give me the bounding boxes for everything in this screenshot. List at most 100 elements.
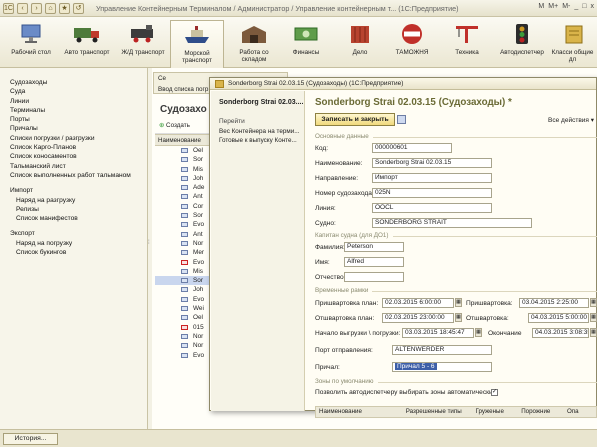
table-row[interactable]: 015 <box>155 323 215 332</box>
section-case[interactable]: Дело <box>333 20 387 66</box>
table-row[interactable]: Ant <box>155 230 215 239</box>
app-logo-icon[interactable]: 1C <box>3 3 14 14</box>
table-row[interactable]: Joh <box>155 285 215 294</box>
m-button[interactable]: M <box>538 3 544 10</box>
table-row[interactable]: Oel <box>155 313 215 322</box>
star-icon[interactable]: ★ <box>59 3 70 14</box>
history-button[interactable]: История... <box>3 433 58 445</box>
zones-col-name[interactable]: Наименование <box>316 407 401 417</box>
table-row[interactable]: Oel <box>155 146 215 155</box>
nav-item-cargo-plans[interactable]: Список Карго-Планов <box>10 143 147 152</box>
section-customs[interactable]: ТАМОЖНЯ <box>385 20 439 66</box>
nav-item-loading-order[interactable]: Наряд на погрузку <box>10 239 147 248</box>
table-row[interactable]: Ant <box>155 192 215 201</box>
create-button[interactable]: Создать <box>166 122 190 129</box>
nav-item-vessels[interactable]: Суда <box>10 87 147 96</box>
nav-item-berths[interactable]: Причалы <box>10 124 147 133</box>
all-actions-menu[interactable]: Все действия ▾ <box>548 116 594 124</box>
nav-item-ports[interactable]: Порты <box>10 115 147 124</box>
name-field[interactable]: Sonderborg Strai 02.03.15 <box>372 158 492 168</box>
nav-item-terminals[interactable]: Терминалы <box>10 106 147 115</box>
back-icon[interactable]: ‹ <box>17 3 28 14</box>
table-row[interactable]: Mer <box>155 248 215 257</box>
nav-item-unloading-order[interactable]: Наряд на разгрузку <box>10 196 147 205</box>
m-minus-button[interactable]: M- <box>562 3 570 10</box>
table-row[interactable]: Mis <box>155 165 215 174</box>
nav-item-manifests[interactable]: Список манифестов <box>10 214 147 223</box>
zones-col-dangerous[interactable]: Опа <box>564 407 584 417</box>
section-sea-transport[interactable]: Морской транспорт <box>170 20 224 68</box>
nav-item-lines[interactable]: Линии <box>10 97 147 106</box>
firstname-field[interactable]: Alfred <box>344 257 404 267</box>
table-row[interactable]: Evo <box>155 220 215 229</box>
forward-icon[interactable]: › <box>31 3 42 14</box>
cargo-start-field[interactable]: 03.03.2015 18:45:47 <box>402 328 474 338</box>
table-row[interactable]: Wei <box>155 304 215 313</box>
nav-item-releases[interactable]: Релизы <box>10 205 147 214</box>
auto-zones-checkbox[interactable]: ✓ <box>491 389 498 396</box>
cargo-end-field[interactable]: 04.03.2015 3:08:35 <box>532 328 589 338</box>
zones-col-empty[interactable]: Порожние <box>518 407 562 417</box>
nav-item-tally-sheet[interactable]: Тальманский лист <box>10 162 147 171</box>
section-warehouse[interactable]: Работа со складом <box>227 20 281 66</box>
section-equipment[interactable]: Техника <box>440 20 494 66</box>
table-row[interactable]: Mis <box>155 267 215 276</box>
form-nav-name[interactable]: Sonderborg Strai 02.03.... <box>211 91 304 106</box>
form-nav-link-weight[interactable]: Вес Контейнера на терми... <box>211 127 304 136</box>
nav-item-loading-lists[interactable]: Списки погрузки / разгрузки <box>10 134 147 143</box>
list-column-name[interactable]: Наименование <box>155 134 215 146</box>
table-row[interactable]: Nor <box>155 341 215 350</box>
table-row[interactable]: Nor <box>155 239 215 248</box>
m-plus-button[interactable]: M+ <box>548 3 558 10</box>
minimize-button[interactable]: _ <box>574 3 578 10</box>
table-row[interactable]: Nor <box>155 332 215 341</box>
save-and-close-button[interactable]: Записать и закрыть <box>315 113 395 126</box>
home-icon[interactable]: ⌂ <box>45 3 56 14</box>
calendar-icon[interactable]: ▦ <box>475 328 482 337</box>
nav-item-tally-works[interactable]: Список выполненных работ тальманом <box>10 171 147 180</box>
form-nav-link-release[interactable]: Готовые к выпуску Конте... <box>211 136 304 145</box>
direction-field[interactable]: Импорт <box>372 173 492 183</box>
table-row[interactable]: Sor <box>155 276 215 286</box>
nav-item-bookings[interactable]: Список букингов <box>10 248 147 257</box>
section-rail-transport[interactable]: Ж/Д транспорт <box>116 20 170 66</box>
line-field[interactable]: OOCL <box>372 203 492 213</box>
calendar-icon[interactable]: ▦ <box>590 298 597 307</box>
berth-field[interactable]: Причал 5 - 6 <box>392 362 492 372</box>
table-row[interactable]: Joh <box>155 174 215 183</box>
section-dispatcher[interactable]: Автодиспетчер <box>495 20 549 66</box>
calendar-icon[interactable]: ▦ <box>455 313 462 322</box>
zones-col-types[interactable]: Разрешенные типы <box>403 407 471 417</box>
surname-field[interactable]: Peterson <box>344 242 404 252</box>
table-row[interactable]: Evo <box>155 258 215 267</box>
history-icon[interactable]: ↺ <box>73 3 84 14</box>
table-row[interactable]: Ade <box>155 183 215 192</box>
section-finance[interactable]: Финансы <box>279 20 333 66</box>
calendar-icon[interactable]: ▦ <box>590 313 597 322</box>
unmoor-field[interactable]: 04.03.2015 5:00:00 <box>528 313 589 323</box>
patronymic-field[interactable] <box>344 272 404 282</box>
departure-port-field[interactable]: ALTENWERDER <box>392 345 492 355</box>
table-row[interactable]: Evo <box>155 351 215 360</box>
table-row[interactable]: Cor <box>155 202 215 211</box>
moor-plan-field[interactable]: 02.03.2015 6:00:00 <box>382 298 454 308</box>
table-row[interactable]: Evo <box>155 295 215 304</box>
nav-item-bills-of-lading[interactable]: Список коносаментов <box>10 152 147 161</box>
maximize-button[interactable]: □ <box>582 3 586 10</box>
vessel-field[interactable]: SONDERBORG STRAIT <box>372 218 532 228</box>
section-desktop[interactable]: Рабочий стол <box>4 20 58 66</box>
close-button[interactable]: x <box>591 3 595 10</box>
table-row[interactable]: Sor <box>155 211 215 220</box>
calendar-icon[interactable]: ▦ <box>590 328 597 337</box>
voyage-field[interactable]: 025N <box>372 188 492 198</box>
save-icon[interactable] <box>397 115 406 124</box>
section-classifiers[interactable]: Класси общие дл <box>548 20 597 66</box>
code-field[interactable]: 000000601 <box>372 143 452 153</box>
moor-field[interactable]: 03.04.2015 2:25:00 <box>519 298 589 308</box>
table-row[interactable]: Sor <box>155 155 215 164</box>
unmoor-plan-field[interactable]: 02.03.2015 23:00:00 <box>382 313 454 323</box>
calendar-icon[interactable]: ▦ <box>455 298 462 307</box>
section-auto-transport[interactable]: Авто транспорт <box>60 20 114 66</box>
zones-col-loaded[interactable]: Груженые <box>472 407 516 417</box>
nav-item-vessel-calls[interactable]: Судозаходы <box>10 78 147 87</box>
